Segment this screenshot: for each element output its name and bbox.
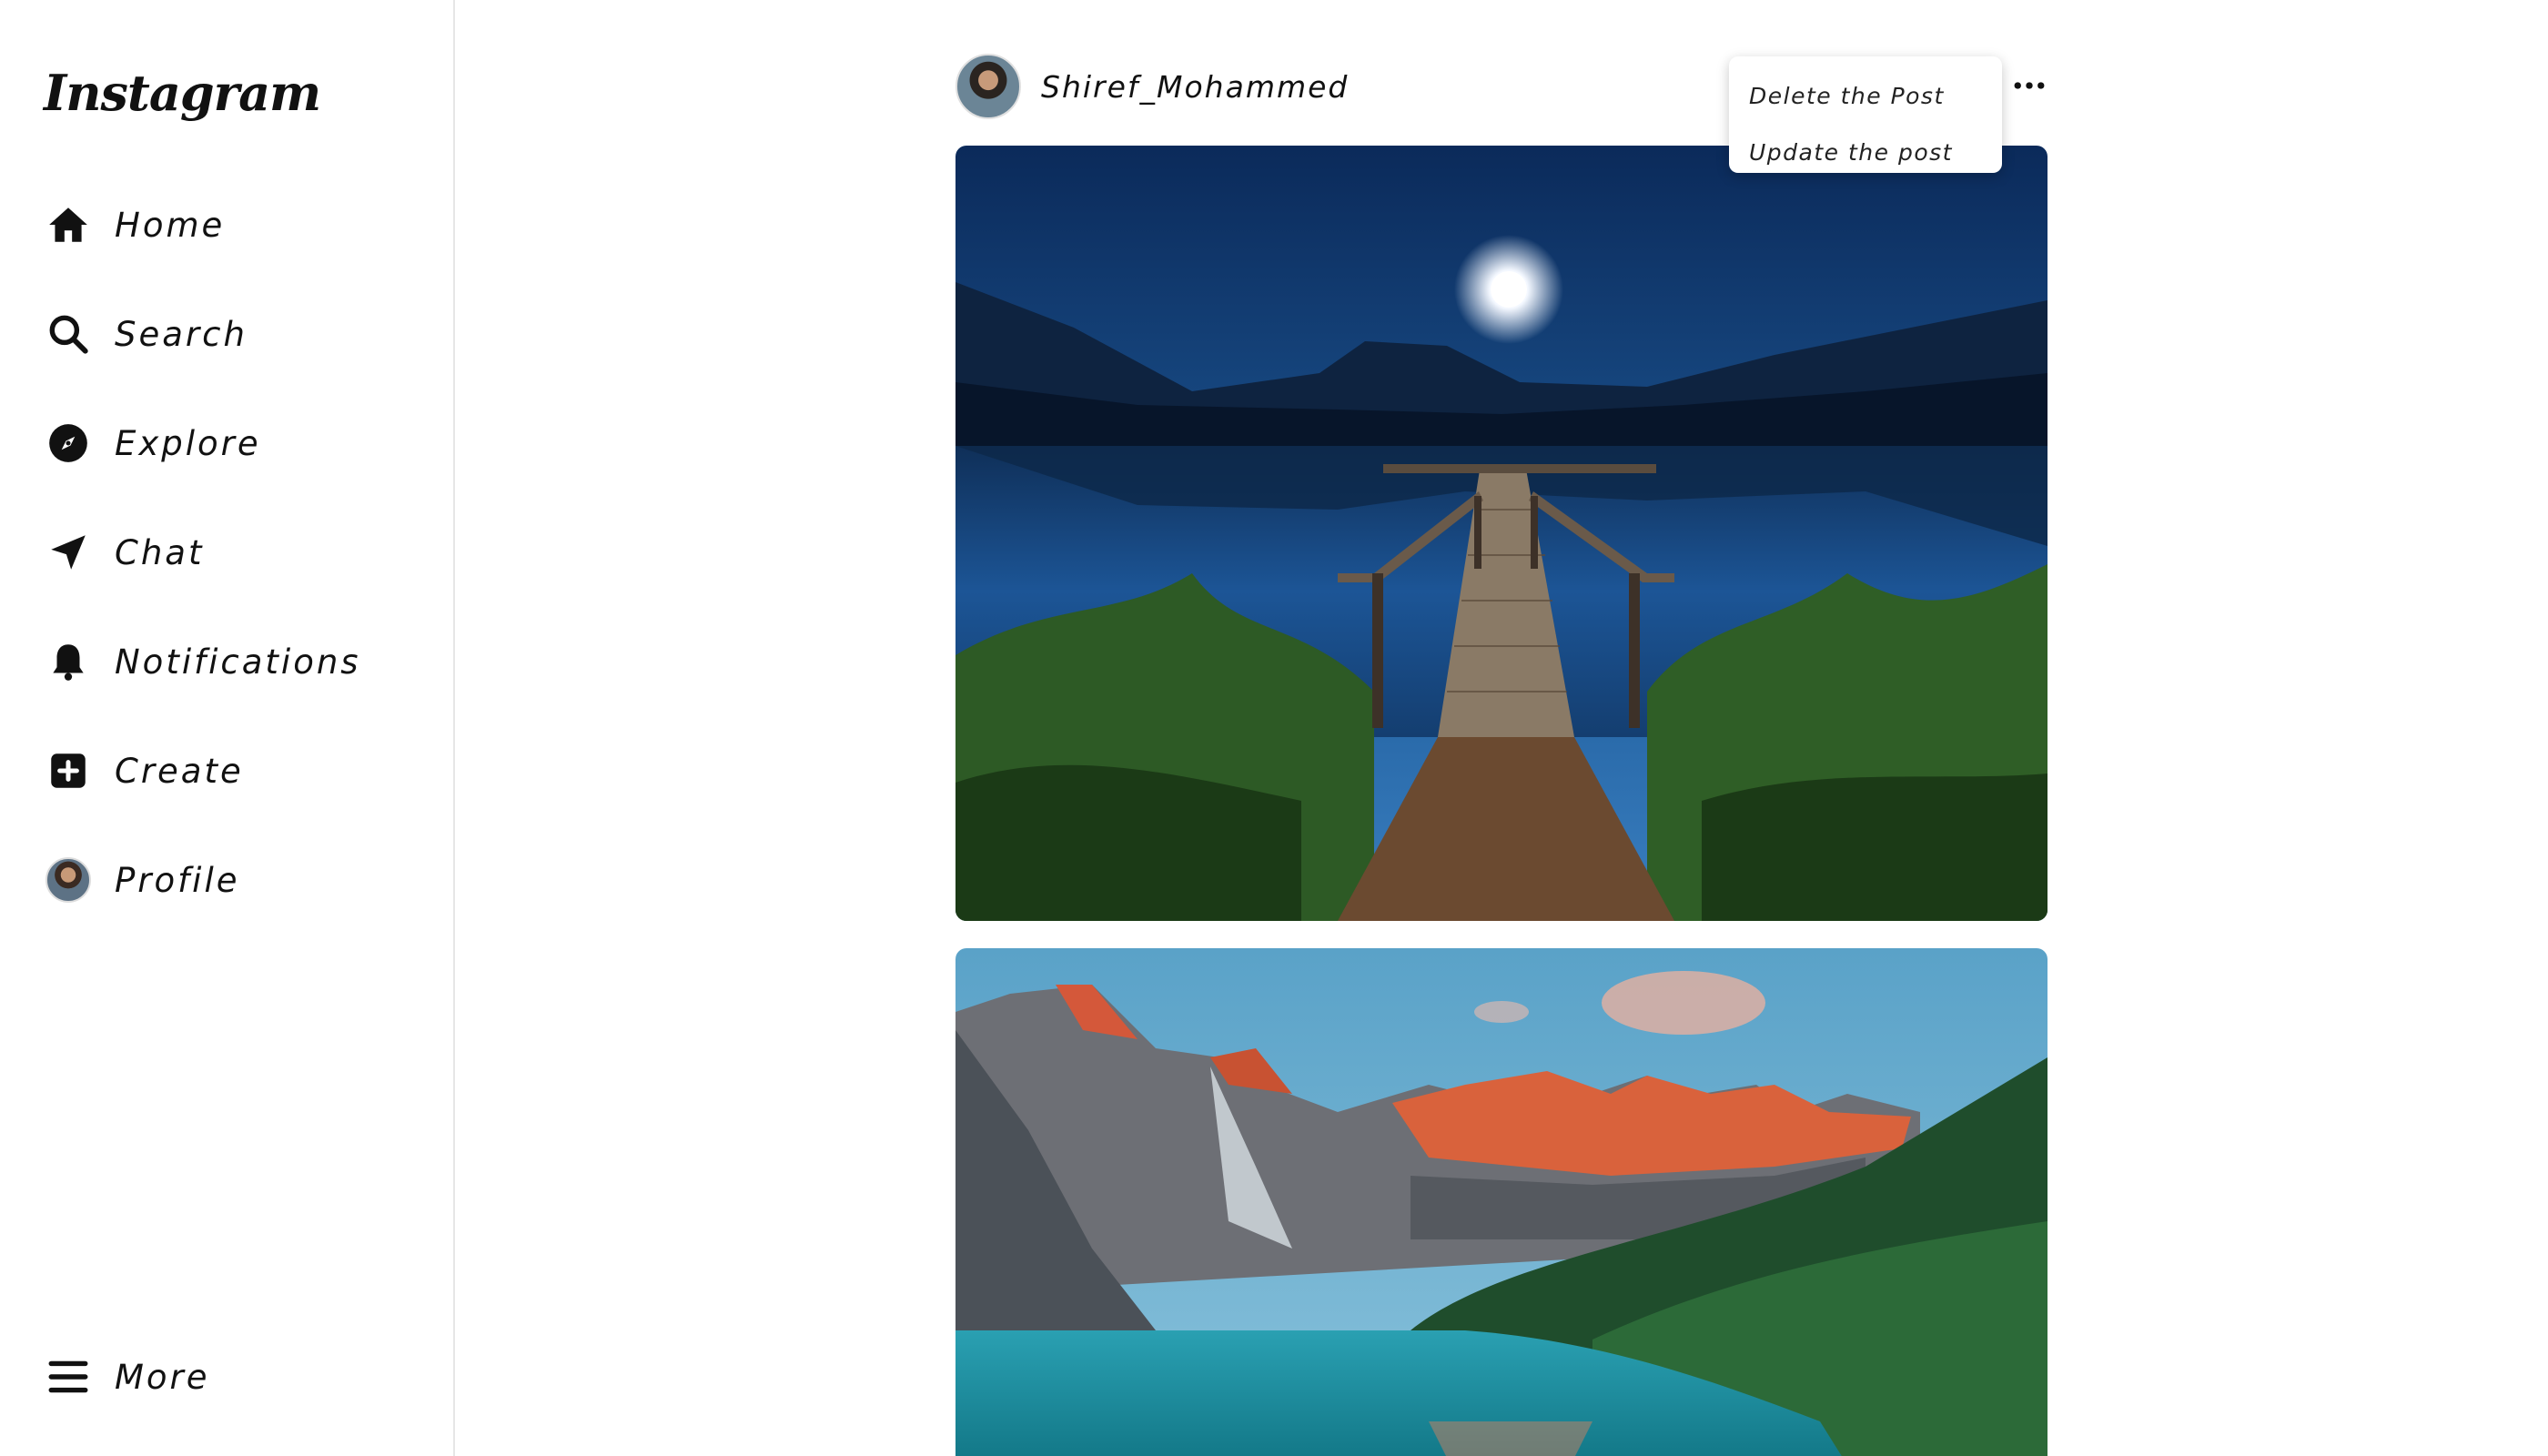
send-icon — [44, 528, 93, 577]
sidebar-item-label: Chat — [115, 532, 205, 572]
plus-square-icon — [44, 746, 93, 795]
sidebar-item-notifications[interactable]: Notifications — [44, 630, 361, 693]
instagram-logo[interactable]: Instagram — [44, 64, 321, 122]
sidebar: Instagram Home Search Explore Chat Notif… — [0, 0, 455, 1456]
more-label: More — [115, 1357, 210, 1397]
mountain-lake-photo — [956, 948, 2048, 1456]
search-icon — [44, 309, 93, 359]
delete-post-menu-item[interactable]: Delete the Post — [1729, 67, 2002, 124]
post-image[interactable] — [956, 146, 2048, 921]
sidebar-item-home[interactable]: Home — [44, 193, 361, 257]
sidebar-nav: Home Search Explore Chat Notifications C… — [44, 193, 361, 957]
home-icon — [44, 200, 93, 249]
sidebar-item-search[interactable]: Search — [44, 302, 361, 366]
update-post-menu-item[interactable]: Update the post — [1729, 124, 2002, 180]
post-options-menu: Delete the Post Update the post — [1729, 56, 2002, 173]
sidebar-item-label: Home — [115, 205, 226, 245]
lake-pier-night-photo — [956, 146, 2048, 921]
profile-avatar-wrapper — [44, 855, 93, 905]
ellipsis-icon[interactable] — [2011, 67, 2048, 104]
post-author-avatar[interactable] — [956, 54, 1021, 119]
sidebar-item-label: Explore — [115, 423, 261, 463]
sidebar-item-label: Notifications — [115, 642, 361, 682]
post-username[interactable]: Shiref_Mohammed — [1041, 69, 1349, 105]
avatar — [46, 857, 91, 903]
sidebar-item-create[interactable]: Create — [44, 739, 361, 803]
sidebar-item-label: Search — [115, 314, 248, 354]
hamburger-icon — [44, 1352, 93, 1401]
compass-icon — [44, 419, 93, 468]
bell-icon — [44, 637, 93, 686]
post-image[interactable] — [956, 948, 2048, 1456]
sidebar-item-label: Create — [115, 751, 244, 791]
sidebar-item-chat[interactable]: Chat — [44, 521, 361, 584]
sidebar-item-explore[interactable]: Explore — [44, 411, 361, 475]
sidebar-item-profile[interactable]: Profile — [44, 848, 361, 912]
more-button[interactable]: More — [44, 1345, 210, 1409]
sidebar-item-label: Profile — [115, 860, 240, 900]
